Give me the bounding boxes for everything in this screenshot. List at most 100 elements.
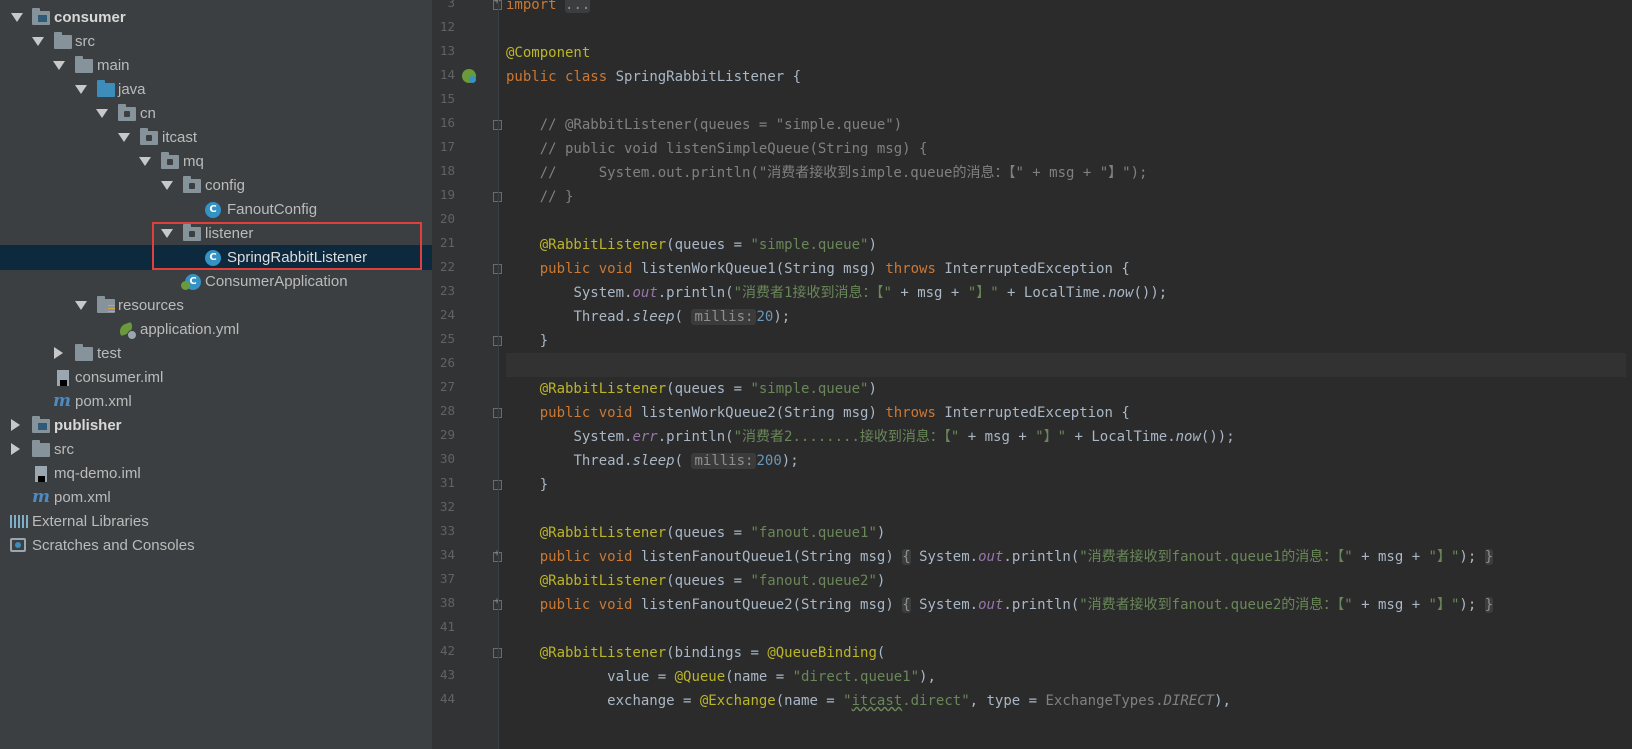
line-number: 33: [439, 523, 455, 538]
tree-node-main[interactable]: main: [0, 53, 449, 78]
tree-label: mq-demo.iml: [54, 465, 141, 482]
expand-arrow-icon[interactable]: [161, 229, 173, 238]
collapsed-arrow-icon[interactable]: [11, 443, 20, 455]
line-number: 32: [439, 499, 455, 514]
package-icon: [161, 152, 179, 169]
line-number: 22: [439, 259, 455, 274]
expand-arrow-icon[interactable]: [11, 13, 23, 22]
tree-node-itcast[interactable]: itcast: [0, 125, 449, 150]
tree-node-consumerapplication[interactable]: C ConsumerApplication: [0, 269, 449, 294]
tree-node-src[interactable]: src: [0, 29, 449, 54]
folded-brace[interactable]: {: [902, 597, 911, 613]
line-number: 18: [439, 163, 455, 178]
tree-label: listener: [205, 225, 254, 242]
code-line: public class SpringRabbitListener {: [506, 69, 802, 85]
tree-node-mq[interactable]: mq: [0, 149, 449, 174]
folded-brace[interactable]: {: [902, 549, 911, 565]
expand-arrow-icon[interactable]: [75, 85, 87, 94]
tree-node-fanoutconfig[interactable]: C FanoutConfig: [0, 197, 449, 222]
tree-node-resources[interactable]: resources: [0, 293, 449, 318]
tree-label: config: [205, 177, 246, 194]
line-number: 12: [439, 19, 455, 34]
gutter-divider: [498, 0, 499, 749]
folded-brace[interactable]: }: [1484, 597, 1494, 613]
expand-arrow-icon[interactable]: [32, 37, 44, 46]
tree-label: src: [75, 33, 95, 50]
iml-file-icon: [57, 370, 69, 386]
code-line: public void listenFanoutQueue2(String ms…: [539, 597, 1494, 613]
code-line: // @RabbitListener(queues = "simple.queu…: [539, 117, 903, 133]
line-number: 26: [439, 355, 455, 370]
java-class-icon: C: [205, 250, 221, 266]
expand-arrow-icon[interactable]: [139, 157, 151, 166]
tree-node-consumer[interactable]: consumer: [0, 5, 449, 30]
expand-arrow-icon[interactable]: [118, 133, 130, 142]
project-tree-panel: consumer src main java cn itcast mq conf…: [0, 0, 449, 749]
tree-node-test[interactable]: test: [0, 341, 449, 366]
code-line: @RabbitListener(queues = "simple.queue"): [539, 381, 877, 397]
code-line: }: [539, 477, 549, 493]
tree-label: src: [54, 441, 74, 458]
line-number: 24: [439, 307, 455, 322]
current-line-highlight[interactable]: [506, 353, 1626, 377]
folded-brace[interactable]: }: [1484, 549, 1494, 565]
code-line: Thread.sleep( millis: 20);: [573, 309, 791, 325]
package-icon: [118, 104, 136, 121]
code-line: value = @Queue(name = "direct.queue1"),: [607, 669, 936, 685]
folder-icon: [54, 32, 72, 49]
code-line: }: [539, 333, 549, 349]
line-number: 19: [439, 187, 455, 202]
collapsed-arrow-icon[interactable]: [11, 419, 20, 431]
code-line: import ...: [506, 0, 1626, 17]
folded-region[interactable]: ...: [565, 0, 591, 13]
spring-boot-class-icon: C: [181, 274, 201, 290]
code-line: @RabbitListener(queues = "simple.queue"): [539, 237, 877, 253]
collapsed-arrow-icon[interactable]: [54, 347, 63, 359]
tree-label: consumer.iml: [75, 369, 164, 386]
java-class-icon: C: [205, 202, 221, 218]
yaml-file-icon: [118, 322, 137, 340]
tree-node-scratches[interactable]: Scratches and Consoles: [0, 533, 449, 558]
code-line: // System.out.println("消费者接收到simple.queu…: [539, 165, 1148, 181]
code-editor[interactable]: 3 12 13 14 15 16 17 18 19 20 21 22 23 24…: [432, 0, 1632, 749]
package-icon: [183, 224, 201, 241]
code-area[interactable]: import ... @Component public class Sprin…: [506, 0, 1626, 749]
tree-node-pom-xml[interactable]: m pom.xml: [0, 389, 449, 414]
tree-node-root-pom-xml[interactable]: m pom.xml: [0, 485, 449, 510]
expand-arrow-icon[interactable]: [161, 181, 173, 190]
tree-node-application-yml[interactable]: application.yml: [0, 317, 449, 342]
expand-arrow-icon[interactable]: [96, 109, 108, 118]
tree-node-consumer-iml[interactable]: consumer.iml: [0, 365, 449, 390]
module-folder-icon: [32, 416, 50, 433]
param-hint: millis:: [691, 309, 757, 325]
tree-label: application.yml: [140, 321, 240, 338]
tree-node-mq-demo-iml[interactable]: mq-demo.iml: [0, 461, 449, 486]
resources-folder-icon: [97, 296, 115, 313]
line-number: 20: [439, 211, 455, 226]
code-line: @RabbitListener(queues = "fanout.queue1"…: [539, 525, 886, 541]
tree-label: SpringRabbitListener: [227, 249, 368, 266]
tree-node-listener[interactable]: listener: [0, 221, 449, 246]
code-line: @RabbitListener(queues = "fanout.queue2"…: [539, 573, 886, 589]
tree-node-java[interactable]: java: [0, 77, 449, 102]
tree-node-cn[interactable]: cn: [0, 101, 449, 126]
tree-node-springrabbitlistener[interactable]: C SpringRabbitListener: [0, 245, 449, 270]
tree-label: main: [97, 57, 130, 74]
tree-node-external-libraries[interactable]: External Libraries: [0, 509, 449, 534]
tree-label: cn: [140, 105, 156, 122]
tree-node-root-src[interactable]: src: [0, 437, 449, 462]
expand-arrow-icon[interactable]: [53, 61, 65, 70]
tree-label: pom.xml: [54, 489, 111, 506]
spring-bean-icon[interactable]: [462, 69, 476, 83]
tree-label: publisher: [54, 417, 122, 434]
package-icon: [183, 176, 201, 193]
tree-node-publisher[interactable]: publisher: [0, 413, 449, 438]
tree-node-config[interactable]: config: [0, 173, 449, 198]
line-number: 30: [439, 451, 455, 466]
code-line: Thread.sleep( millis: 200);: [573, 453, 799, 469]
tree-label: java: [118, 81, 146, 98]
line-number: 42: [439, 643, 455, 658]
expand-arrow-icon[interactable]: [75, 301, 87, 310]
line-number: 41: [439, 619, 455, 634]
tree-label: pom.xml: [75, 393, 132, 410]
